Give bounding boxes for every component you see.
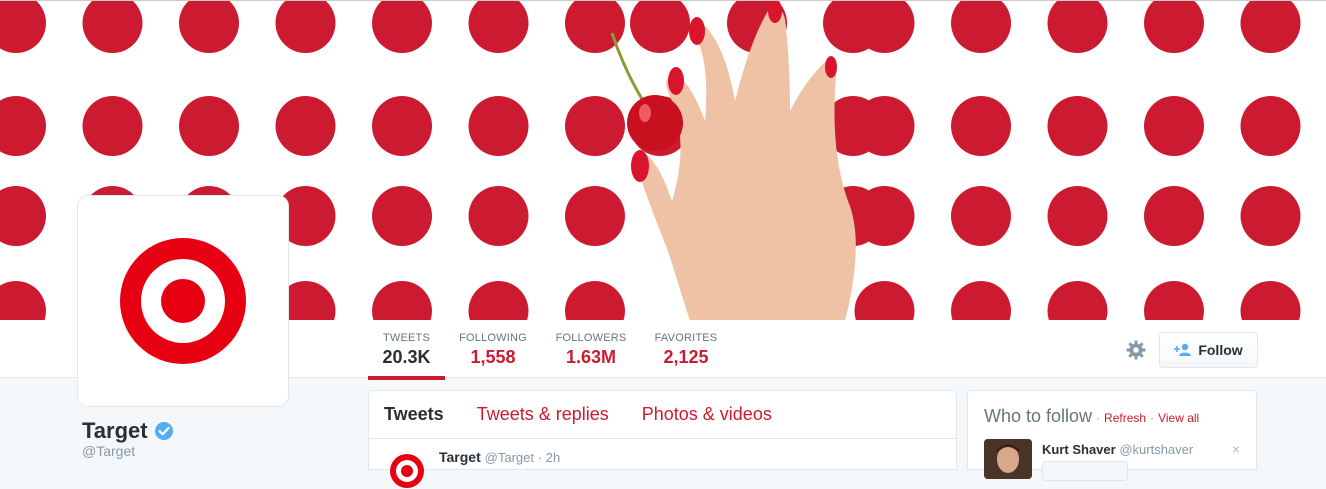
banner-dot bbox=[82, 96, 143, 156]
tweet-author-handle[interactable]: @Target bbox=[485, 450, 534, 465]
separator-dot: · bbox=[1096, 411, 1101, 425]
timeline-panel: Tweets Tweets & replies Photos & videos … bbox=[368, 390, 957, 488]
who-to-follow-panel: Who to follow · Refresh · View all Kurt … bbox=[967, 390, 1257, 481]
target-logo-icon bbox=[120, 238, 246, 364]
stat-value: 20.3K bbox=[382, 347, 431, 367]
profile-name[interactable]: Target bbox=[82, 418, 174, 444]
banner-nail bbox=[825, 56, 837, 78]
banner-nail bbox=[668, 67, 684, 95]
suggested-user-follow-button[interactable] bbox=[1042, 461, 1128, 481]
stat-label: TWEETS bbox=[382, 332, 431, 344]
banner-dot bbox=[630, 1, 690, 53]
separator-dot: · bbox=[1150, 411, 1155, 425]
banner-dot bbox=[951, 1, 1011, 53]
who-to-follow-header: Who to follow · Refresh · View all bbox=[984, 406, 1199, 427]
banner-dot bbox=[1144, 281, 1204, 320]
banner-dot bbox=[1144, 96, 1204, 156]
tweet-item[interactable]: Target @Target · 2h bbox=[369, 439, 956, 488]
banner-cherry bbox=[627, 95, 683, 151]
stat-following[interactable]: FOLLOWING 1,558 bbox=[458, 320, 528, 380]
profile-name-text: Target bbox=[82, 418, 148, 443]
profile-avatar[interactable] bbox=[78, 196, 288, 406]
banner-dot bbox=[1240, 281, 1301, 320]
tab-tweets-and-replies[interactable]: Tweets & replies bbox=[477, 404, 609, 425]
banner-dot bbox=[951, 96, 1011, 156]
banner-dot bbox=[565, 96, 625, 156]
suggested-user-name-line[interactable]: Kurt Shaver @kurtshaver bbox=[1042, 442, 1193, 457]
stat-followers[interactable]: FOLLOWERS 1.63M bbox=[554, 320, 628, 380]
stat-favorites[interactable]: FAVORITES 2,125 bbox=[652, 320, 720, 380]
person-photo-icon bbox=[984, 439, 1032, 479]
suggested-user-handle: @kurtshaver bbox=[1119, 442, 1194, 457]
banner-dot bbox=[1047, 186, 1108, 246]
banner-dot bbox=[1047, 96, 1108, 156]
stat-label: FAVORITES bbox=[654, 332, 718, 344]
banner-dot bbox=[179, 1, 239, 53]
banner-dot bbox=[275, 96, 336, 156]
follow-button-label: Follow bbox=[1198, 342, 1243, 358]
banner-dot bbox=[0, 1, 46, 53]
tab-tweets[interactable]: Tweets bbox=[384, 404, 444, 425]
banner-dot bbox=[82, 1, 143, 53]
stat-label: FOLLOWERS bbox=[555, 332, 627, 344]
banner-dot bbox=[565, 186, 625, 246]
tweet-timestamp[interactable]: · 2h bbox=[538, 450, 560, 465]
who-to-follow-title: Who to follow bbox=[984, 406, 1093, 426]
gear-icon[interactable] bbox=[1126, 340, 1146, 360]
refresh-link[interactable]: Refresh bbox=[1104, 411, 1146, 425]
banner-dot bbox=[1240, 96, 1301, 156]
tweet-author-name[interactable]: Target bbox=[439, 449, 481, 465]
tweet-avatar[interactable] bbox=[389, 453, 425, 489]
verified-badge-icon bbox=[154, 422, 173, 440]
banner-dot bbox=[468, 281, 529, 320]
banner-dot bbox=[372, 1, 432, 53]
tweet-header: Target @Target · 2h bbox=[439, 449, 560, 465]
follow-button[interactable]: Follow bbox=[1159, 332, 1258, 368]
profile-handle: @Target bbox=[82, 443, 136, 459]
banner-dot bbox=[951, 186, 1011, 246]
suggested-user-name: Kurt Shaver bbox=[1042, 442, 1116, 457]
stat-value: 1,558 bbox=[470, 347, 516, 367]
add-user-icon bbox=[1174, 343, 1192, 356]
banner-cherry-shine bbox=[639, 104, 651, 122]
banner-dot bbox=[951, 281, 1011, 320]
banner-nail bbox=[689, 17, 705, 45]
stat-label: FOLLOWING bbox=[459, 332, 527, 344]
banner-hand bbox=[637, 7, 856, 320]
banner-dot bbox=[468, 1, 529, 53]
banner-dot bbox=[1047, 1, 1108, 53]
banner-dot bbox=[468, 186, 529, 246]
stat-value: 1.63M bbox=[565, 347, 617, 367]
stat-tweets[interactable]: TWEETS 20.3K bbox=[368, 320, 445, 380]
banner-dot bbox=[0, 186, 46, 246]
banner-dot bbox=[0, 96, 46, 156]
banner-dot bbox=[1240, 186, 1301, 246]
suggested-user: Kurt Shaver @kurtshaver × bbox=[984, 439, 1244, 481]
banner-dot bbox=[275, 1, 336, 53]
banner-dot bbox=[179, 96, 239, 156]
view-all-link[interactable]: View all bbox=[1158, 411, 1199, 425]
banner-dot bbox=[468, 96, 529, 156]
banner-dot bbox=[854, 281, 915, 320]
banner-dot bbox=[372, 281, 432, 320]
banner-dot bbox=[1144, 186, 1204, 246]
tab-photos-and-videos[interactable]: Photos & videos bbox=[642, 404, 772, 425]
banner-dot bbox=[1240, 1, 1301, 53]
banner-dot bbox=[0, 281, 46, 320]
banner-dot bbox=[1047, 281, 1108, 320]
dismiss-suggestion-icon[interactable]: × bbox=[1232, 441, 1240, 457]
timeline-tabs: Tweets Tweets & replies Photos & videos bbox=[369, 391, 956, 439]
stat-value: 2,125 bbox=[663, 347, 709, 367]
suggested-user-avatar[interactable] bbox=[984, 439, 1032, 479]
banner-dot bbox=[565, 281, 625, 320]
banner-dot bbox=[372, 96, 432, 156]
banner-nail bbox=[631, 150, 649, 182]
banner-dot bbox=[1144, 1, 1204, 53]
banner-dot bbox=[372, 186, 432, 246]
